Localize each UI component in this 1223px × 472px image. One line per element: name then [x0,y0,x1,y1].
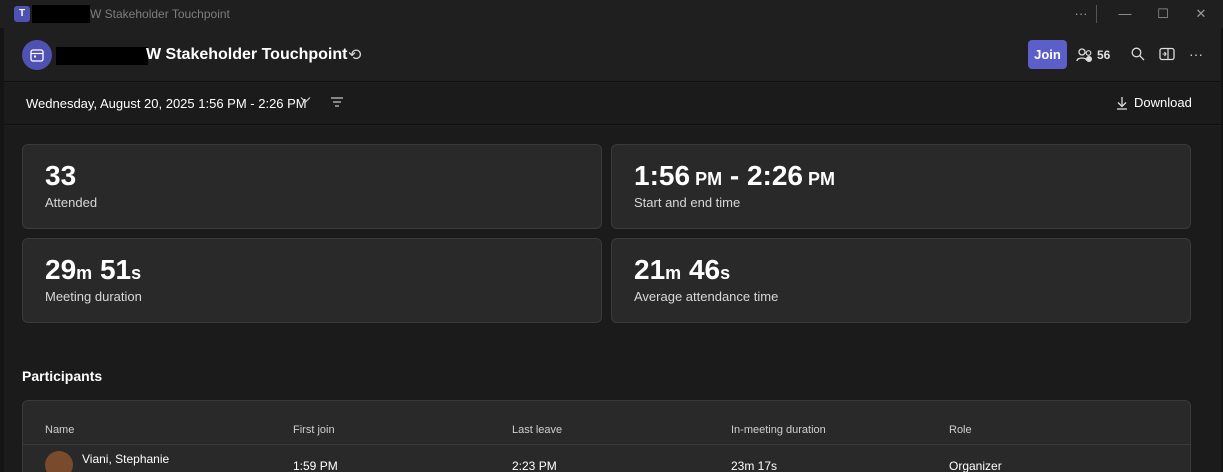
participants-table: Name First join Last leave In-meeting du… [22,400,1191,472]
download-label: Download [1134,95,1192,110]
column-header-last-leave[interactable]: Last leave [512,424,562,436]
participants-heading: Participants [22,368,103,384]
redacted-block [32,5,90,23]
meeting-duration-value: 29m 51s [45,254,142,285]
calendar-icon [22,40,52,70]
start-end-value: 1:56 PM - 2:26 PM [634,160,836,191]
attended-label: Attended [45,195,98,210]
report-content: 33 Attended 1:56 PM - 2:26 PM Start and … [4,126,1221,472]
column-header-name[interactable]: Name [45,424,74,436]
window-more-button[interactable]: ··· [1066,4,1096,24]
start-end-card: 1:56 PM - 2:26 PM Start and end time [611,144,1191,229]
minimize-button[interactable]: — [1110,4,1140,24]
avg-attendance-value: 21m 46s [634,254,731,285]
recurring-icon: ⟲ [348,47,362,64]
start-end-label: Start and end time [634,195,741,210]
share-tray-icon[interactable] [1155,42,1179,66]
more-options-icon[interactable]: ··· [1184,42,1208,66]
report-toolbar: Wednesday, August 20, 2025 1:56 PM - 2:2… [4,83,1221,125]
participants-button[interactable]: 56 [1076,44,1110,66]
filter-icon[interactable] [330,95,346,109]
attended-card: 33 Attended [22,144,602,229]
in-meeting-duration: 23m 17s [731,459,778,472]
participants-count: 56 [1097,48,1111,62]
people-icon [1076,48,1092,62]
header-divider [23,444,1190,445]
first-join: 1:59 PM [293,459,338,472]
meeting-duration-label: Meeting duration [45,289,142,304]
participant-name: Viani, Stephanie [82,452,170,466]
window-title: W Stakeholder Touchpoint [90,7,230,21]
meeting-duration-card: 29m 51s Meeting duration [22,238,602,323]
column-header-first-join[interactable]: First join [293,424,335,436]
meeting-header: W Stakeholder Touchpoint ⟲ Join 56 ··· [4,28,1221,82]
search-icon[interactable] [1126,42,1150,66]
avg-attendance-label: Average attendance time [634,289,779,304]
date-range-selector[interactable]: Wednesday, August 20, 2025 1:56 PM - 2:2… [26,96,307,111]
download-button[interactable]: Download [1116,95,1192,110]
join-button[interactable]: Join [1028,40,1067,69]
column-header-duration[interactable]: In-meeting duration [731,424,826,436]
redacted-block [56,47,148,65]
close-button[interactable]: ✕ [1186,4,1216,24]
avatar [45,451,73,472]
avg-attendance-card: 21m 46s Average attendance time [611,238,1191,323]
chevron-down-icon[interactable] [300,95,311,107]
download-icon [1117,96,1127,110]
attended-value: 33 [45,160,77,191]
maximize-button[interactable]: ☐ [1148,4,1178,24]
window-titlebar: T W Stakeholder Touchpoint ··· — ☐ ✕ [0,0,1223,28]
teams-app-icon: T [14,6,30,22]
last-leave: 2:23 PM [512,459,557,472]
participant-role: Organizer [949,459,1002,472]
meeting-title: W Stakeholder Touchpoint [146,46,348,63]
window-divider [1096,5,1097,23]
column-header-role[interactable]: Role [949,424,972,436]
